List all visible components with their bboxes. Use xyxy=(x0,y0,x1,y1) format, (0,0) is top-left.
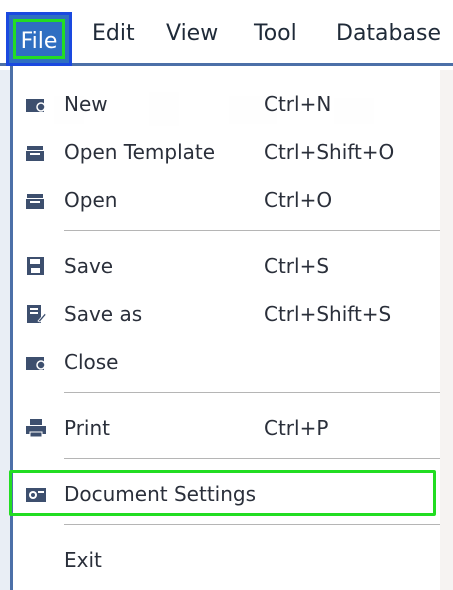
menu-item-label: Open Template xyxy=(64,140,216,164)
close-document-icon xyxy=(26,357,46,370)
menu-view[interactable]: View xyxy=(158,14,226,54)
menu-edit[interactable]: Edit xyxy=(84,14,143,54)
menu-item-shortcut: Ctrl+N xyxy=(264,92,332,116)
menu-item-shortcut: Ctrl+P xyxy=(264,416,329,440)
menu-item-open[interactable]: Open Ctrl+O xyxy=(13,178,440,222)
menu-file[interactable]: File xyxy=(6,12,72,66)
menu-item-shortcut: Ctrl+O xyxy=(264,188,333,212)
menu-item-label: Save as xyxy=(64,302,143,326)
menubar: File Edit View Tool Database xyxy=(0,0,453,66)
menu-separator xyxy=(64,458,440,459)
document-settings-highlight-box xyxy=(9,470,436,516)
save-as-icon xyxy=(27,305,47,323)
file-highlight-box xyxy=(13,19,65,59)
menu-item-shortcut: Ctrl+Shift+S xyxy=(264,302,392,326)
menu-item-shortcut: Ctrl+Shift+O xyxy=(264,140,395,164)
save-disk-icon xyxy=(27,257,44,275)
menu-item-save-as[interactable]: Save as Ctrl+Shift+S xyxy=(13,292,440,336)
menu-database[interactable]: Database xyxy=(328,14,449,54)
menu-item-close[interactable]: Close xyxy=(13,340,440,384)
menu-item-save[interactable]: Save Ctrl+S xyxy=(13,244,440,288)
menu-item-label: Exit xyxy=(64,548,102,572)
open-template-icon xyxy=(26,146,44,161)
menu-item-label: Open xyxy=(64,188,118,212)
menu-item-label: Print xyxy=(64,416,111,440)
menu-separator xyxy=(64,524,440,525)
menu-item-open-template[interactable]: Open Template Ctrl+Shift+O xyxy=(13,130,440,174)
menu-item-print[interactable]: Print Ctrl+P xyxy=(13,406,440,450)
menu-item-label: Save xyxy=(64,254,114,278)
menu-item-label: New xyxy=(64,92,108,116)
menu-item-label: Close xyxy=(64,350,119,374)
menu-item-new[interactable]: New Ctrl+N xyxy=(13,82,440,126)
menu-item-exit[interactable]: Exit xyxy=(13,538,440,582)
menu-item-shortcut: Ctrl+S xyxy=(264,254,330,278)
menu-separator xyxy=(64,230,440,231)
printer-icon xyxy=(26,419,46,438)
menu-tool[interactable]: Tool xyxy=(246,14,305,54)
open-folder-icon xyxy=(26,194,44,209)
menu-separator xyxy=(64,392,440,393)
new-document-icon xyxy=(26,99,46,112)
